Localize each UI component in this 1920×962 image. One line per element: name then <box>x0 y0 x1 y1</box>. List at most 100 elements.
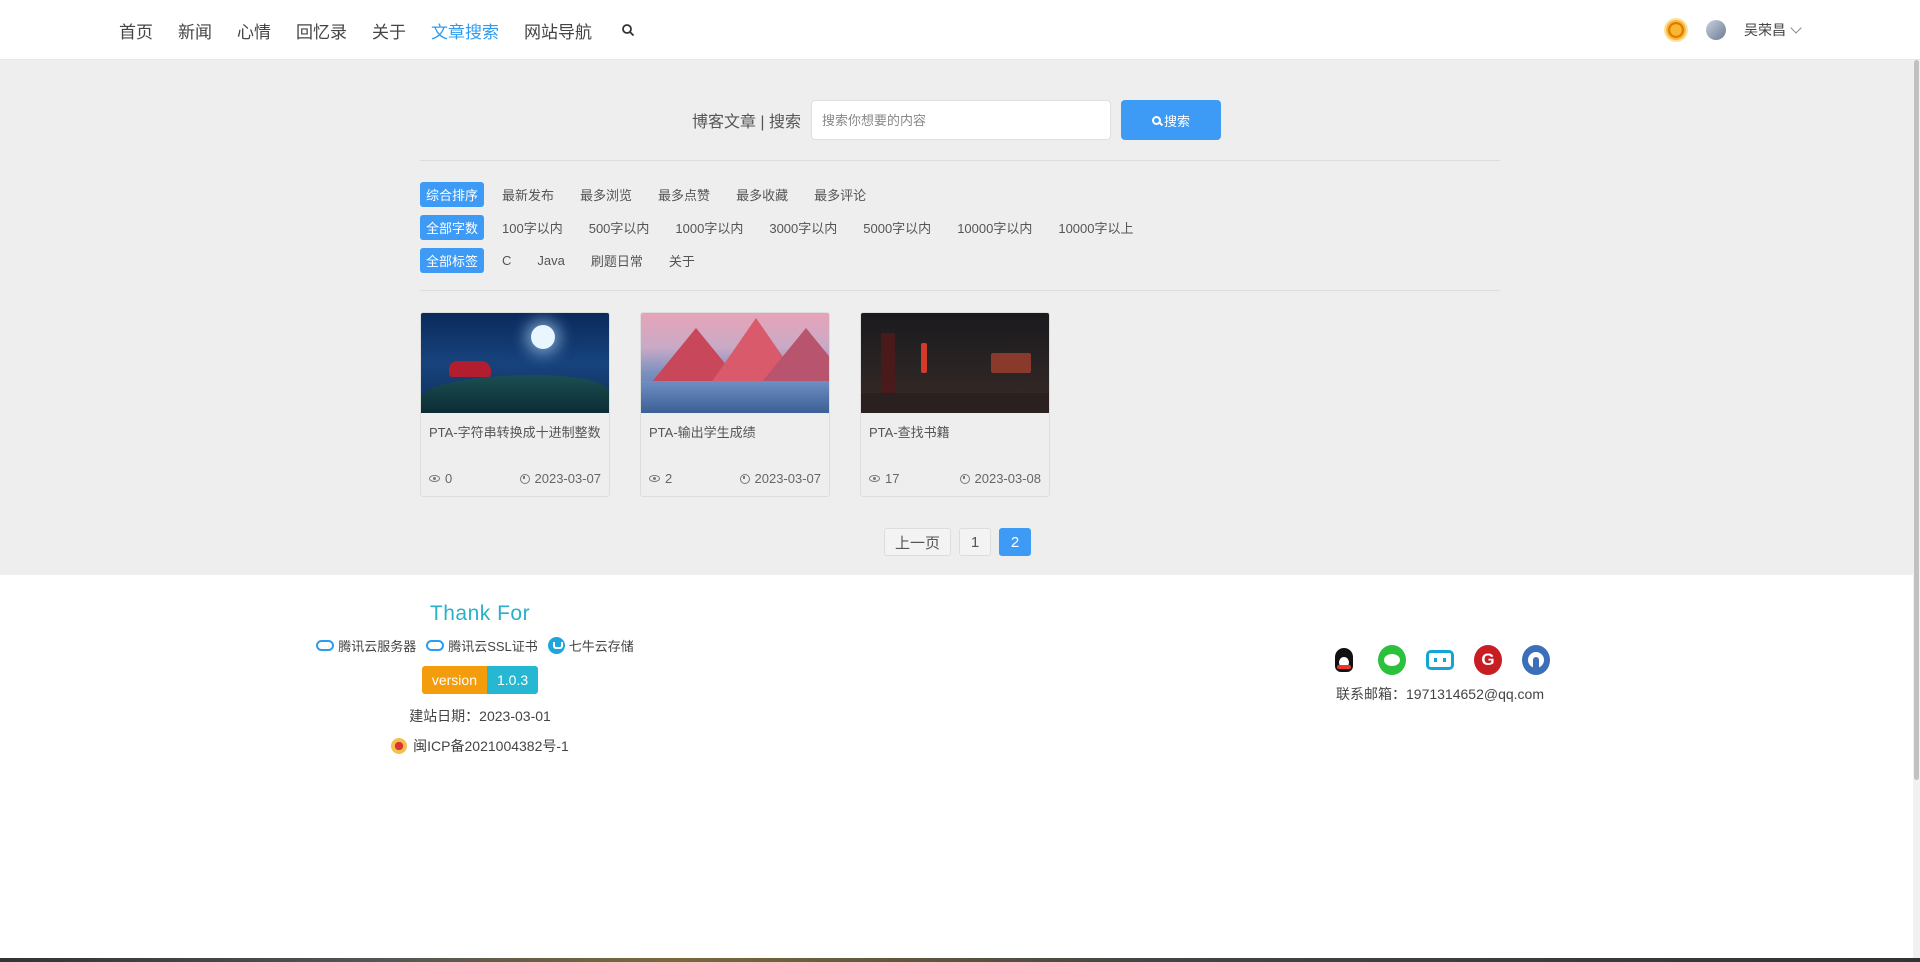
clock-icon <box>739 473 750 484</box>
thank-title: Thank For <box>429 602 531 625</box>
filter-tag-option[interactable]: Java <box>537 253 564 268</box>
view-count: 17 <box>885 471 900 486</box>
eye-icon <box>869 475 880 482</box>
filter-sort-option[interactable]: 最多点赞 <box>658 185 710 204</box>
nav-mood[interactable]: 心情 <box>237 18 271 43</box>
footer-credits: Thank For 腾讯云服务器 腾讯云SSL证书 七牛云存储 version … <box>300 602 660 756</box>
filter-tag-option[interactable]: 刷题日常 <box>591 251 643 270</box>
nav-about[interactable]: 关于 <box>372 18 406 43</box>
filter-tags-active[interactable]: 全部标签 <box>420 248 485 273</box>
search-input[interactable] <box>811 100 1112 140</box>
article-card[interactable]: PTA-查找书籍 17 2023-03-08 <box>860 312 1050 497</box>
version-label: version <box>421 666 487 694</box>
sun-icon[interactable] <box>1666 20 1686 40</box>
sponsor-tencent-server[interactable]: 腾讯云服务器 <box>316 636 416 655</box>
filter-sort-option[interactable]: 最多收藏 <box>736 185 788 204</box>
divider <box>420 290 1500 291</box>
wechat-icon[interactable] <box>1378 645 1406 675</box>
user-area: 吴荣昌 <box>1666 0 1802 60</box>
version-badge: version 1.0.3 <box>421 666 539 694</box>
search-button[interactable]: 搜索 <box>1121 100 1222 140</box>
article-list: PTA-字符串转换成十进制整数 0 2023-03-07 PTA-输出学生成绩 … <box>420 312 1080 497</box>
chevron-down-icon[interactable] <box>1790 22 1802 34</box>
filter-words-option[interactable]: 10000字以上 <box>1058 218 1133 237</box>
gitee-icon[interactable]: G <box>1474 645 1502 675</box>
social-links: G <box>1320 645 1560 675</box>
filter-tag-option[interactable]: C <box>502 253 511 268</box>
article-card[interactable]: PTA-字符串转换成十进制整数 0 2023-03-07 <box>420 312 610 497</box>
main-nav: 首页 新闻 心情 回忆录 关于 文章搜索 网站导航 <box>119 0 635 60</box>
article-thumbnail[interactable] <box>641 313 829 413</box>
filter-words-option[interactable]: 100字以内 <box>502 218 563 237</box>
publish-date: 2023-03-07 <box>754 471 822 486</box>
icp-record[interactable]: 闽ICP备2021004382号-1 <box>300 736 660 756</box>
view-count: 2 <box>665 471 673 486</box>
sponsor-label: 腾讯云SSL证书 <box>448 639 538 654</box>
article-meta: 0 2023-03-07 <box>421 461 609 486</box>
word-filter-row: 全部字数 100字以内 500字以内 1000字以内 3000字以内 5000字… <box>420 215 1160 240</box>
username[interactable]: 吴荣昌 <box>1744 20 1786 40</box>
footer-contact: G 联系邮箱：1971314652@qq.com <box>1320 645 1560 704</box>
filter-sort-option[interactable]: 最新发布 <box>502 185 554 204</box>
build-date: 建站日期：2023-03-01 <box>409 708 551 724</box>
avatar[interactable] <box>1706 20 1726 40</box>
sponsor-label: 七牛云存储 <box>568 639 634 654</box>
page-button-1[interactable]: 1 <box>959 528 992 556</box>
filter-sort-option[interactable]: 最多评论 <box>814 185 866 204</box>
top-header: 首页 新闻 心情 回忆录 关于 文章搜索 网站导航 吴荣昌 <box>0 0 1920 60</box>
eye-icon <box>649 475 660 482</box>
police-badge-icon <box>391 738 408 754</box>
search-bar: 博客文章 | 搜索 搜索 <box>0 100 1913 140</box>
article-meta: 17 2023-03-08 <box>861 461 1049 486</box>
divider <box>420 160 1500 161</box>
article-thumbnail[interactable] <box>861 313 1049 413</box>
sponsor-label: 腾讯云服务器 <box>338 639 417 654</box>
search-icon <box>1152 115 1162 125</box>
clock-icon <box>519 473 530 484</box>
nav-site-guide[interactable]: 网站导航 <box>524 18 592 43</box>
nav-home[interactable]: 首页 <box>119 18 153 43</box>
prev-page-button[interactable]: 上一页 <box>884 528 952 556</box>
filter-sort-option[interactable]: 最多浏览 <box>580 185 632 204</box>
publish-date: 2023-03-07 <box>534 471 602 486</box>
qq-icon[interactable] <box>1330 645 1358 675</box>
article-thumbnail[interactable] <box>421 313 609 413</box>
icp-text[interactable]: 闽ICP备2021004382号-1 <box>413 736 569 756</box>
nav-memoir[interactable]: 回忆录 <box>296 18 347 43</box>
cloud-icon <box>316 640 335 651</box>
sort-filter-row: 综合排序 最新发布 最多浏览 最多点赞 最多收藏 最多评论 <box>420 182 892 207</box>
bilibili-icon[interactable] <box>1426 645 1454 675</box>
filter-words-active[interactable]: 全部字数 <box>420 215 485 240</box>
filter-sort-active[interactable]: 综合排序 <box>420 182 485 207</box>
filter-words-option[interactable]: 500字以内 <box>589 218 650 237</box>
sponsor-list: 腾讯云服务器 腾讯云SSL证书 七牛云存储 <box>300 636 660 655</box>
filter-words-option[interactable]: 3000字以内 <box>769 218 837 237</box>
filter-words-option[interactable]: 10000字以内 <box>957 218 1032 237</box>
contact-email: 联系邮箱：1971314652@qq.com <box>1336 686 1544 702</box>
bottom-strip <box>0 958 1920 962</box>
filter-tag-option[interactable]: 关于 <box>669 251 695 270</box>
article-title[interactable]: PTA-输出学生成绩 <box>641 413 829 461</box>
version-value: 1.0.3 <box>487 666 539 694</box>
page-button-2[interactable]: 2 <box>999 528 1032 556</box>
nav-news[interactable]: 新闻 <box>178 18 212 43</box>
article-card[interactable]: PTA-输出学生成绩 2 2023-03-07 <box>640 312 830 497</box>
view-count: 0 <box>445 471 453 486</box>
scrollbar-thumb[interactable] <box>1914 60 1919 780</box>
article-title[interactable]: PTA-查找书籍 <box>861 413 1049 461</box>
tag-filter-row: 全部标签 C Java 刷题日常 关于 <box>420 248 721 273</box>
main-content: 博客文章 | 搜索 搜索 综合排序 最新发布 最多浏览 最多点赞 最多收藏 最多… <box>0 60 1913 575</box>
nav-article-search[interactable]: 文章搜索 <box>431 18 499 43</box>
search-button-label: 搜索 <box>1164 113 1191 129</box>
article-meta: 2 2023-03-07 <box>641 461 829 486</box>
sponsor-qiniu[interactable]: 七牛云存储 <box>547 636 634 655</box>
search-icon[interactable] <box>621 23 635 37</box>
eye-icon <box>429 475 440 482</box>
github-icon[interactable] <box>1522 645 1550 675</box>
sponsor-tencent-ssl[interactable]: 腾讯云SSL证书 <box>426 636 538 655</box>
search-label: 博客文章 | 搜索 <box>691 114 802 131</box>
filter-words-option[interactable]: 5000字以内 <box>863 218 931 237</box>
article-title[interactable]: PTA-字符串转换成十进制整数 <box>421 413 609 461</box>
clock-icon <box>959 473 970 484</box>
filter-words-option[interactable]: 1000字以内 <box>675 218 743 237</box>
